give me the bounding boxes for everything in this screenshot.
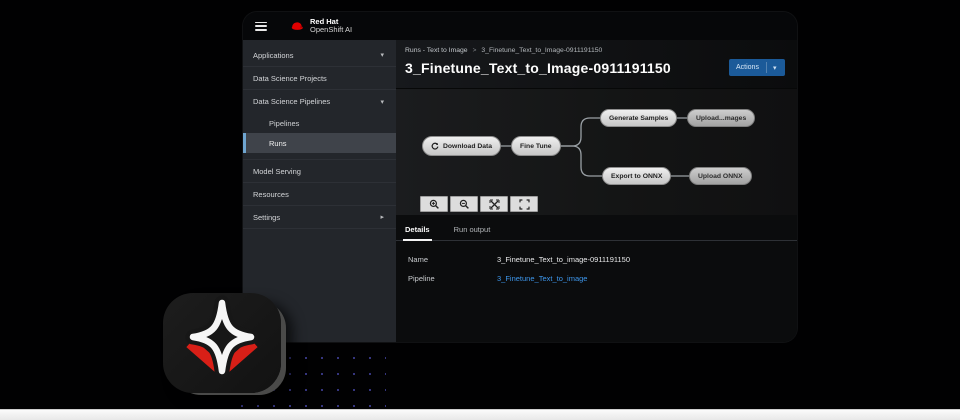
pipeline-link[interactable]: 3_Finetune_Text_to_image [497, 274, 587, 283]
main-content: Runs - Text to Image > 3_Finetune_Text_t… [396, 40, 797, 342]
sidebar-item-runs[interactable]: Runs [243, 133, 396, 153]
sidebar-item-model-serving[interactable]: Model Serving [243, 160, 396, 183]
pipeline-node-download-data[interactable]: Download Data [422, 136, 501, 156]
detail-label: Pipeline [408, 274, 497, 283]
sidebar-item-resources[interactable]: Resources [243, 183, 396, 206]
chevron-down-icon: ▾ [380, 98, 384, 106]
node-label: Export to ONNX [611, 173, 662, 180]
pipeline-node-upload-images[interactable]: Upload...mages [687, 109, 755, 127]
sidebar-item-data-science-projects[interactable]: Data Science Projects [243, 67, 396, 90]
chevron-right-icon: ▸ [380, 213, 384, 221]
detail-row-pipeline: Pipeline 3_Finetune_Text_to_image [408, 269, 797, 288]
graph-toolbar [420, 196, 538, 212]
node-label: Upload...mages [696, 115, 746, 122]
sidebar-item-data-science-pipelines[interactable]: Data Science Pipelines ▾ [243, 90, 396, 113]
masthead: Red Hat OpenShift AI [243, 12, 797, 40]
sparkle-chevron-icon [163, 293, 281, 393]
page: Red Hat OpenShift AI Applications ▾ Data… [0, 0, 960, 420]
page-header: Runs - Text to Image > 3_Finetune_Text_t… [396, 40, 797, 88]
run-details-section: Details Run output Name 3_Finetune_Text_… [396, 215, 797, 342]
bottom-edge-strip [0, 409, 960, 420]
brand-line2: OpenShift AI [310, 26, 352, 34]
openshift-ai-window: Red Hat OpenShift AI Applications ▾ Data… [243, 12, 797, 342]
breadcrumb-separator-icon: > [473, 47, 477, 54]
fit-to-screen-button[interactable] [510, 196, 538, 212]
openshift-ai-app-icon [163, 293, 281, 393]
node-label: Upload ONNX [698, 173, 743, 180]
breadcrumb-link-runs[interactable]: Runs - Text to Image [405, 47, 468, 54]
pipeline-node-generate-samples[interactable]: Generate Samples [600, 109, 677, 127]
detail-row-name: Name 3_Finetune_Text_to_image-0911191150 [408, 250, 797, 269]
node-label: Generate Samples [609, 115, 668, 122]
tab-run-output[interactable]: Run output [452, 222, 493, 240]
node-label: Download Data [443, 143, 492, 150]
zoom-out-button[interactable] [450, 196, 478, 212]
detail-value: 3_Finetune_Text_to_image-0911191150 [497, 255, 630, 264]
detail-label: Name [408, 255, 497, 264]
sidebar-item-label: Data Science Projects [253, 74, 327, 83]
brand[interactable]: Red Hat OpenShift AI [289, 18, 352, 34]
caret-down-icon: ▾ [766, 62, 783, 73]
pipeline-node-fine-tune[interactable]: Fine Tune [511, 136, 561, 156]
pipeline-node-export-to-onnx[interactable]: Export to ONNX [602, 167, 671, 185]
redhat-logo-icon [289, 19, 306, 34]
details-panel: Name 3_Finetune_Text_to_image-0911191150… [396, 241, 797, 288]
breadcrumb-current: 3_Finetune_Text_to_Image-0911191150 [481, 47, 602, 54]
sync-icon [431, 142, 439, 150]
menu-icon[interactable] [255, 22, 267, 31]
sidebar-item-label: Pipelines [269, 119, 299, 128]
pipeline-graph: Download Data Fine Tune Generate Samples… [396, 88, 797, 215]
tab-details[interactable]: Details [403, 222, 432, 241]
sidebar-item-label: Settings [253, 213, 280, 222]
sidebar-item-label: Data Science Pipelines [253, 97, 330, 106]
zoom-in-button[interactable] [420, 196, 448, 212]
page-title: 3_Finetune_Text_to_Image-0911191150 [405, 60, 671, 76]
pipeline-node-upload-onnx[interactable]: Upload ONNX [689, 167, 752, 185]
node-label: Fine Tune [520, 143, 552, 150]
expand-arrows-button[interactable] [480, 196, 508, 212]
sidebar-item-label: Model Serving [253, 167, 301, 176]
sidebar-item-label: Resources [253, 190, 289, 199]
chevron-down-icon: ▾ [380, 51, 384, 59]
sidebar-item-settings[interactable]: Settings ▸ [243, 206, 396, 229]
breadcrumb: Runs - Text to Image > 3_Finetune_Text_t… [405, 47, 785, 54]
sidebar-item-pipelines[interactable]: Pipelines [243, 113, 396, 133]
actions-button-label: Actions [729, 64, 766, 71]
tabs: Details Run output [396, 222, 797, 241]
actions-button[interactable]: Actions ▾ [729, 59, 785, 76]
sidebar-item-label: Applications [253, 51, 293, 60]
sidebar-item-applications[interactable]: Applications ▾ [243, 44, 396, 67]
sidebar-item-label: Runs [269, 139, 287, 148]
sidebar-divider [243, 153, 396, 160]
